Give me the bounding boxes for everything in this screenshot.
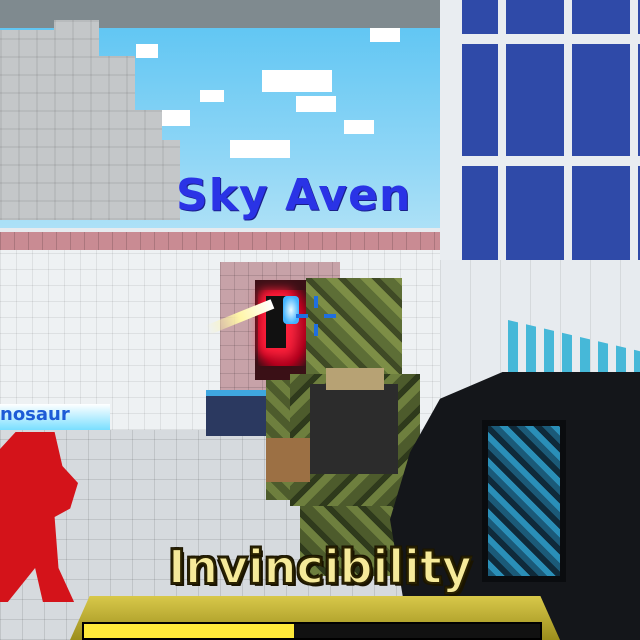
- cloud: [200, 90, 224, 102]
- weapon-panel: [482, 420, 566, 582]
- soldier-face: [326, 368, 384, 390]
- cloud: [262, 70, 332, 92]
- cloud: [296, 96, 336, 112]
- player-nametag: nosaur: [0, 404, 70, 425]
- game-viewport[interactable]: Sky Aven nosaur Invincibility: [0, 0, 640, 640]
- crosshair-icon: [296, 296, 336, 336]
- powerup-label: Invincibility: [167, 539, 473, 595]
- soldier-vest: [310, 384, 398, 474]
- cloud: [136, 44, 158, 58]
- cloud: [230, 140, 290, 158]
- powerup-progress-fill: [84, 624, 294, 638]
- soldier-hand: [266, 438, 310, 482]
- cloud: [344, 120, 374, 134]
- cloud: [370, 28, 400, 42]
- player-nametag: Sky Aven: [176, 170, 412, 221]
- enemy-player-crouched[interactable]: [206, 390, 266, 436]
